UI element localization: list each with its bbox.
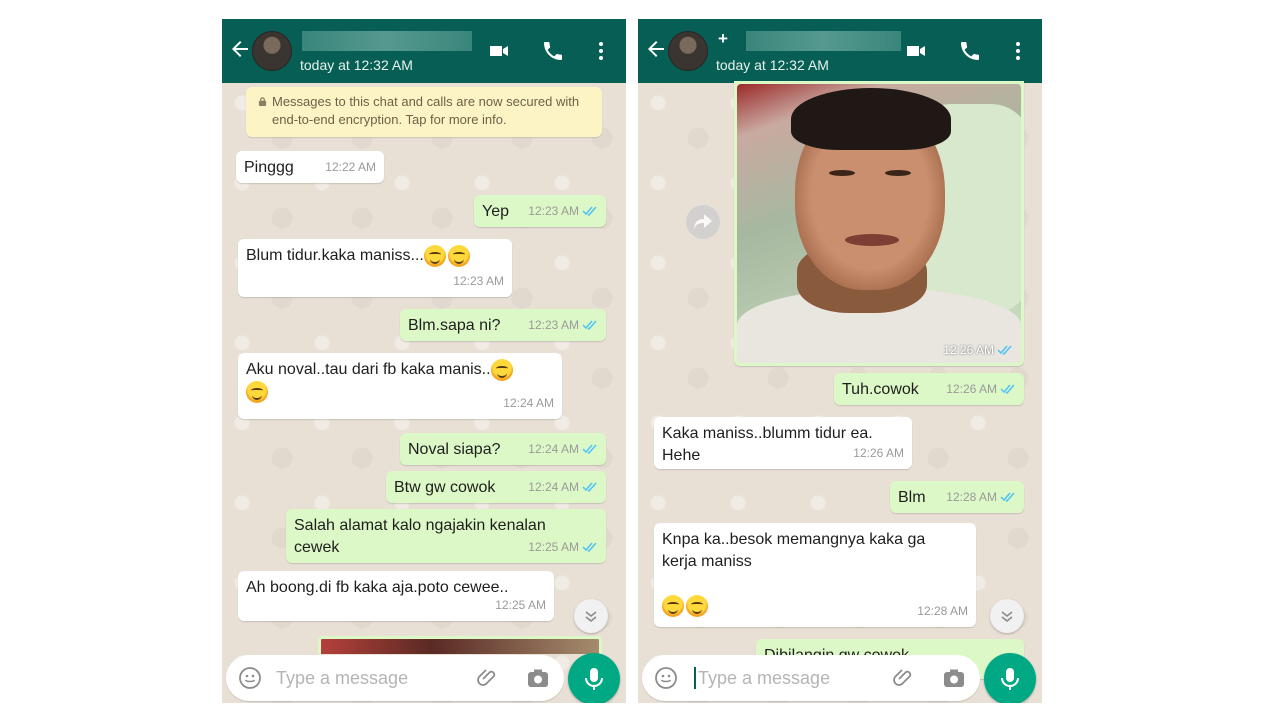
attach-icon[interactable] <box>892 666 916 690</box>
double-check-icon <box>582 542 597 552</box>
back-arrow-icon[interactable] <box>228 37 252 61</box>
contact-name-redacted[interactable] <box>746 31 901 51</box>
message-time: 12:24 AM <box>528 476 598 498</box>
scroll-to-bottom-button[interactable] <box>574 599 608 633</box>
phone-call-icon[interactable] <box>958 39 982 63</box>
chevron-down-icon <box>1001 611 1013 623</box>
double-check-icon <box>582 206 597 216</box>
message-text: Knpa ka..besok memangnya kaka ga kerja m… <box>662 531 926 570</box>
message-time: 12:22 AM <box>325 160 376 174</box>
message-bubble-outgoing[interactable]: Blm 12:28 AM <box>890 481 1024 513</box>
message-bubble-incoming[interactable]: Kaka maniss..blumm tidur ea. Hehe 12:26 … <box>654 417 912 469</box>
last-seen-status: today at 12:32 AM <box>716 57 829 73</box>
contact-name[interactable]: + <box>718 29 728 49</box>
chat-screen-right: + today at 12:32 AM 12:26 AM Tuh.cowok 1… <box>638 19 1042 703</box>
message-bubble-incoming[interactable]: Blum tidur.kaka maniss... 12:23 AM <box>238 239 512 297</box>
mic-icon <box>585 668 603 690</box>
smiling-emoji-icon <box>423 245 446 267</box>
encryption-notice[interactable]: Messages to this chat and calls are now … <box>246 87 602 137</box>
chevron-down-icon <box>585 611 597 623</box>
message-time: 12:26 AM <box>946 378 1016 400</box>
mic-icon <box>1001 668 1019 690</box>
camera-icon[interactable] <box>526 666 550 690</box>
forward-button[interactable] <box>686 205 720 239</box>
message-bubble-outgoing[interactable]: Btw gw cowok 12:24 AM <box>386 471 606 503</box>
contact-name-redacted[interactable] <box>302 31 472 51</box>
emoji-icon[interactable] <box>238 666 262 690</box>
more-vert-icon[interactable] <box>1006 39 1030 63</box>
back-arrow-icon[interactable] <box>644 37 668 61</box>
smiling-emoji-icon <box>686 595 708 617</box>
message-time: 12:26 AM <box>853 446 904 460</box>
scroll-to-bottom-button[interactable] <box>990 599 1024 633</box>
last-seen-status: today at 12:32 AM <box>300 57 413 73</box>
message-bubble-outgoing[interactable]: Blm.sapa ni? 12:23 AM <box>400 309 606 341</box>
message-bubble-outgoing[interactable]: Salah alamat kalo ngajakin kenalan cewek… <box>286 509 606 563</box>
double-check-icon <box>582 320 597 330</box>
image-message[interactable]: 12:26 AM <box>734 81 1024 366</box>
message-bubble-incoming[interactable]: Knpa ka..besok memangnya kaka ga kerja m… <box>654 523 976 627</box>
phone-call-icon[interactable] <box>541 39 565 63</box>
chat-header: + today at 12:32 AM <box>638 19 1042 83</box>
double-check-icon <box>997 345 1012 355</box>
encryption-notice-text: Messages to this chat and calls are now … <box>272 94 580 127</box>
message-emojis <box>662 595 710 617</box>
voice-message-button[interactable] <box>984 653 1036 703</box>
message-composer[interactable]: Type a message <box>226 655 564 701</box>
chat-header: today at 12:32 AM <box>222 19 626 83</box>
video-call-icon[interactable] <box>904 39 928 63</box>
message-time: 12:23 AM <box>528 314 598 336</box>
smiling-emoji-icon <box>246 381 268 404</box>
double-check-icon <box>582 444 597 454</box>
selfie-photo[interactable]: 12:26 AM <box>737 84 1021 363</box>
more-vert-icon[interactable] <box>589 39 613 63</box>
message-bubble-outgoing[interactable]: Yep 12:23 AM <box>474 195 606 227</box>
chat-screen-left: today at 12:32 AM Messages to this chat … <box>222 19 626 703</box>
message-time: 12:28 AM <box>917 604 968 618</box>
message-input[interactable]: Type a message <box>276 668 408 689</box>
emoji-icon[interactable] <box>654 666 678 690</box>
forward-icon <box>694 214 712 230</box>
message-input[interactable]: Type a message <box>698 668 830 689</box>
message-time: 12:25 AM <box>528 536 598 558</box>
message-composer[interactable]: Type a message <box>642 655 980 701</box>
message-text: Blum tidur.kaka maniss... <box>246 245 504 267</box>
camera-icon[interactable] <box>942 666 966 690</box>
message-time: 12:28 AM <box>946 486 1016 508</box>
smiling-emoji-icon <box>490 359 513 381</box>
message-time: 12:26 AM <box>943 343 1013 357</box>
message-bubble-incoming[interactable]: Pinggg 12:22 AM <box>236 151 384 183</box>
smiling-emoji-icon <box>662 595 684 617</box>
lock-icon <box>258 97 267 106</box>
attach-icon[interactable] <box>476 666 500 690</box>
avatar[interactable] <box>668 31 708 71</box>
message-bubble-incoming[interactable]: Aku noval..tau dari fb kaka manis.. 12:2… <box>238 353 562 419</box>
message-bubble-outgoing[interactable]: Noval siapa? 12:24 AM <box>400 433 606 465</box>
double-check-icon <box>1000 492 1015 502</box>
message-bubble-outgoing[interactable]: Tuh.cowok 12:26 AM <box>834 373 1024 405</box>
message-time: 12:23 AM <box>453 274 504 288</box>
double-check-icon <box>582 482 597 492</box>
message-time: 12:24 AM <box>503 396 554 410</box>
double-check-icon <box>1000 384 1015 394</box>
message-bubble-incoming[interactable]: Ah boong.di fb kaka aja.poto cewee.. 12:… <box>238 571 554 621</box>
message-time: 12:23 AM <box>528 200 598 222</box>
message-time: 12:24 AM <box>528 438 598 460</box>
avatar[interactable] <box>252 31 292 71</box>
text-cursor <box>694 667 696 689</box>
video-call-icon[interactable] <box>487 39 511 63</box>
message-time: 12:25 AM <box>495 598 546 612</box>
voice-message-button[interactable] <box>568 653 620 703</box>
image-message-partial[interactable] <box>318 636 602 654</box>
smiling-emoji-icon <box>447 245 470 267</box>
